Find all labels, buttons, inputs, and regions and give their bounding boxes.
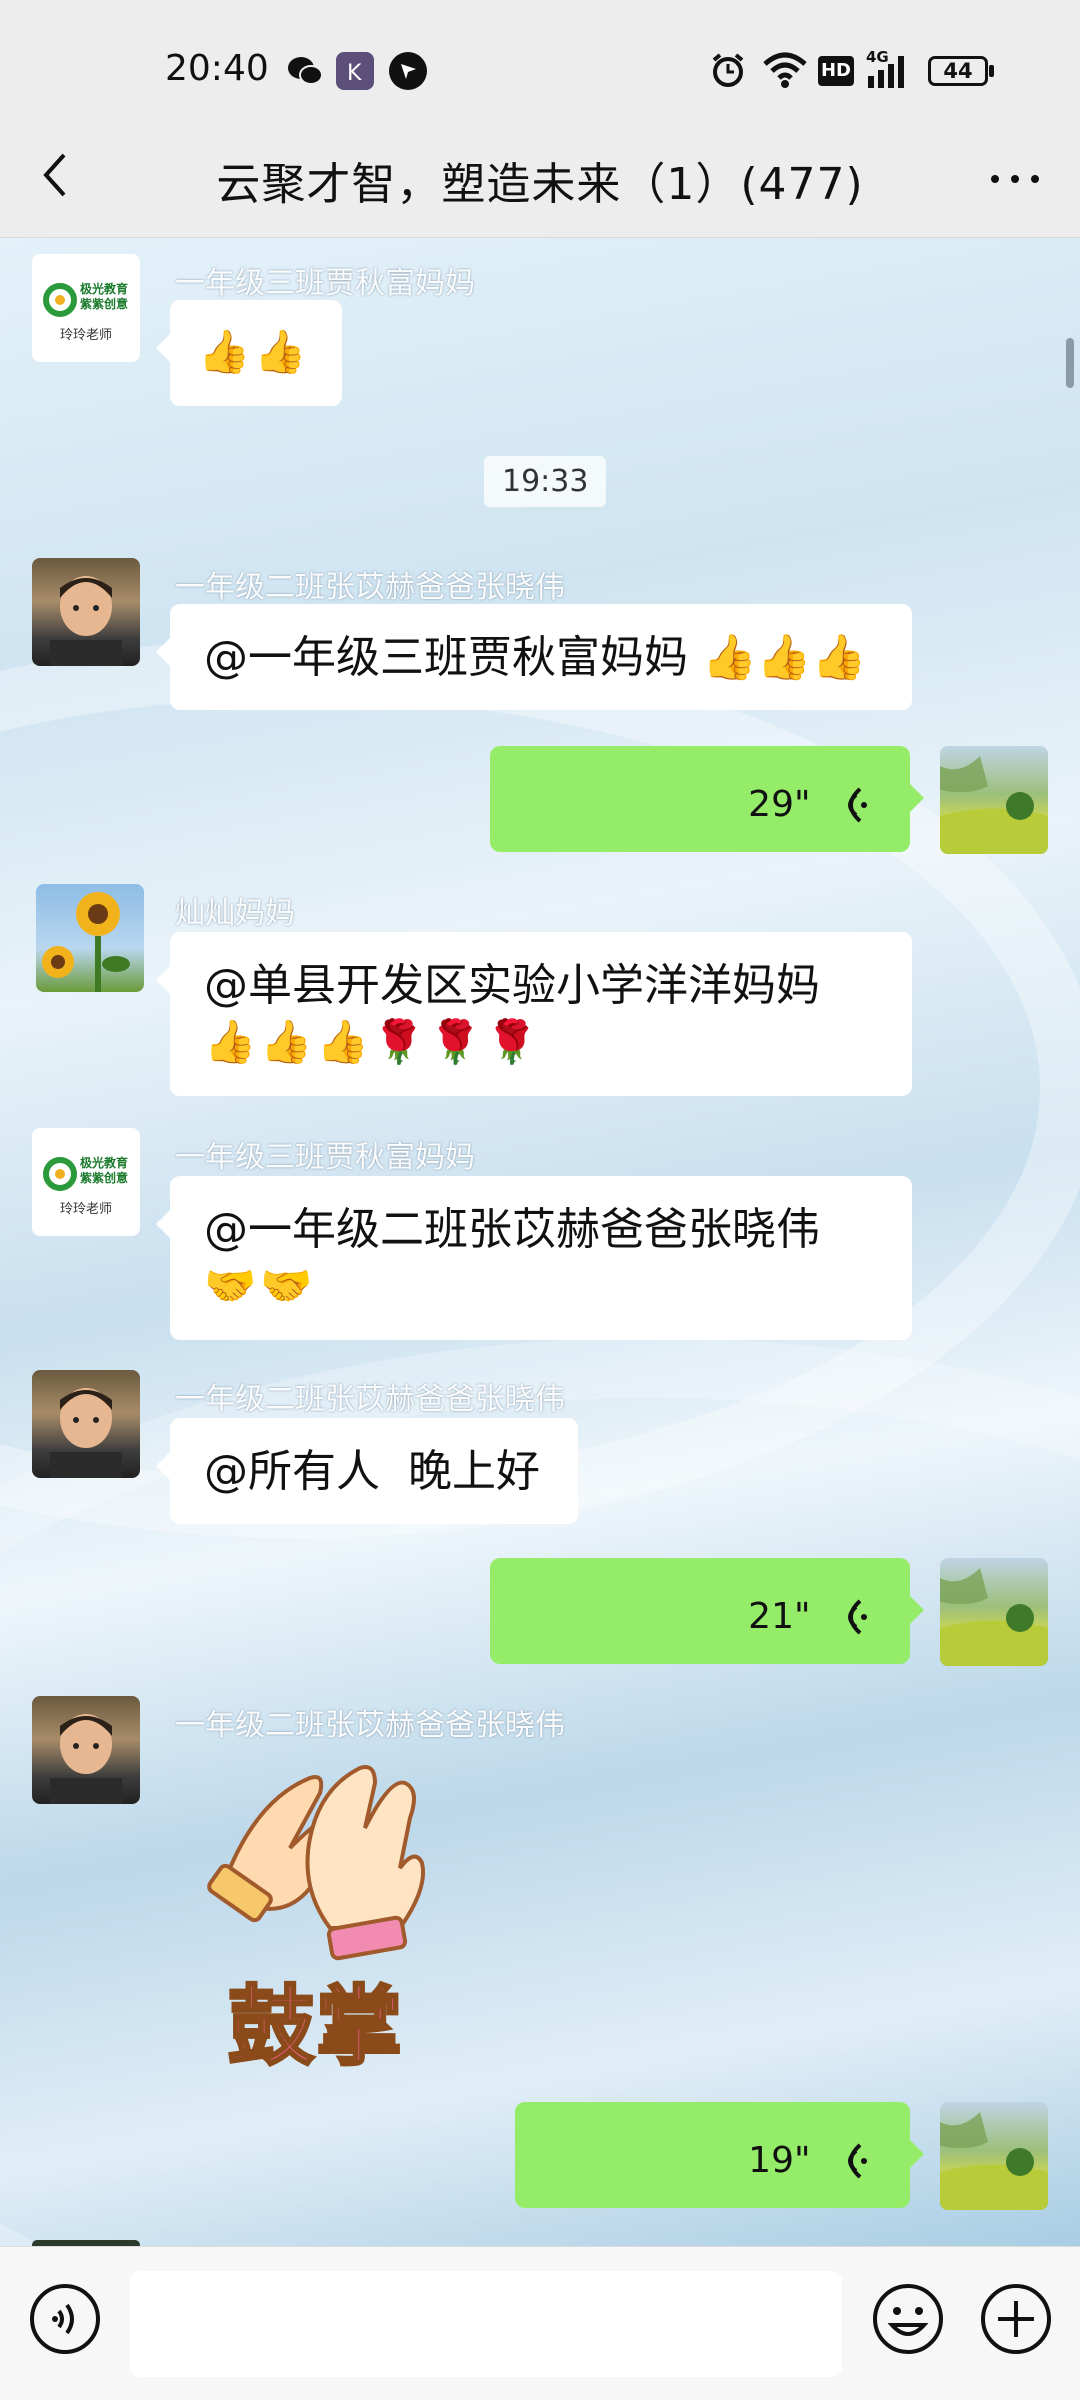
avatar[interactable] [32, 558, 140, 666]
hd-label: HD [820, 60, 851, 81]
sticker-caption: 鼓掌 [227, 1976, 404, 2079]
battery-level: 44 [943, 59, 973, 83]
clapping-sticker[interactable]: 鼓掌 [200, 1738, 460, 2079]
input-bar [0, 2246, 1080, 2400]
avatar-caption: 玲玲老师 [59, 328, 112, 343]
voice-message-bubble[interactable]: 19" [515, 2102, 924, 2208]
message-bubble[interactable]: @一年级二班张苡赫爸爸张晓伟 🤝🤝 [156, 1176, 912, 1340]
voice-message-bubble[interactable]: 29" [490, 746, 924, 852]
plus-icon [981, 2284, 1051, 2354]
emoji-button[interactable] [870, 2281, 946, 2357]
message-bubble[interactable]: @所有人 晚上好 [156, 1418, 578, 1524]
sender-name: 一年级二班张苡赫爸爸张晓伟 [175, 570, 565, 605]
message-text: @一年级二班张苡赫爸爸张晓伟 [204, 1204, 820, 1255]
sunflower-photo [42, 892, 130, 992]
message-text: @单县开发区实验小学洋洋妈妈 [204, 960, 820, 1011]
logo-icon [43, 1157, 77, 1191]
message-emojis: 👍👍👍🌹🌹🌹 [204, 1017, 542, 1066]
logo-icon [43, 283, 77, 317]
self-avatar[interactable] [940, 2102, 1048, 2210]
cellular-signal-icon: 4G [866, 48, 916, 90]
k-app-notification-icon: K [336, 52, 374, 90]
sender-name: 一年级三班贾秋富妈妈 [175, 1140, 475, 1175]
voice-input-button[interactable] [27, 2281, 103, 2357]
voice-input-icon [30, 2284, 100, 2354]
self-avatar[interactable] [940, 1558, 1048, 1666]
avatar-caption: 玲玲老师 [59, 1202, 112, 1217]
sender-name: 一年级三班贾秋富妈妈 [175, 266, 475, 301]
self-avatar[interactable] [940, 746, 1048, 854]
alarm-icon [708, 50, 748, 90]
message-bubble[interactable]: @一年级三班贾秋富妈妈 👍👍👍 [156, 604, 912, 710]
wifi-icon [762, 50, 808, 90]
hd-icon: HD [818, 56, 854, 86]
more-icon [991, 175, 1039, 183]
message-emojis: 🤝🤝 [204, 1261, 317, 1310]
message-input[interactable] [130, 2271, 842, 2377]
avatar[interactable]: 极光教育 紫紫创意 玲玲老师 [32, 1128, 140, 1236]
app-notification-icon [389, 52, 427, 90]
voice-icon [848, 1599, 867, 1635]
avatar[interactable] [36, 884, 144, 992]
avatar[interactable]: 极光教育 紫紫创意 玲玲老师 [32, 254, 140, 362]
voice-duration: 21" [748, 1596, 811, 1637]
clapping-hands-icon [207, 1765, 425, 1961]
landscape-photo [940, 756, 1048, 854]
time-divider: 19:33 [484, 456, 607, 507]
avatar[interactable] [32, 1696, 140, 1804]
voice-icon [848, 787, 867, 823]
landscape-photo [940, 1568, 1048, 1666]
more-button[interactable] [980, 145, 1050, 205]
child-photo [50, 1714, 122, 1804]
logo-text: 极光教育 紫紫创意 [80, 1156, 129, 1185]
voice-duration: 29" [748, 784, 811, 825]
logo-text: 极光教育 紫紫创意 [80, 282, 129, 311]
message-bubble[interactable]: @单县开发区实验小学洋洋妈妈 👍👍👍🌹🌹🌹 [156, 932, 912, 1096]
child-photo [50, 1388, 122, 1478]
avatar[interactable] [32, 1370, 140, 1478]
voice-duration: 19" [748, 2140, 811, 2181]
scrollbar[interactable] [1066, 338, 1074, 388]
wechat-notification-icon [286, 52, 324, 90]
message-list[interactable]: 极光教育 紫紫创意 玲玲老师 一年级三班贾秋富妈妈 👍👍 19:33 一年级二班… [0, 238, 1080, 2246]
voice-message-bubble[interactable]: 21" [490, 1558, 924, 1664]
landscape-photo [940, 2112, 1048, 2210]
chat-header: 云聚才智，塑造未来（1）(477) [0, 120, 1080, 238]
status-bar: 20:40 K HD 4G 44 [0, 0, 1080, 140]
add-button[interactable] [978, 2281, 1054, 2357]
emoji-icon [873, 2284, 943, 2354]
status-time: 20:40 [165, 48, 269, 89]
sender-name: 一年级二班张苡赫爸爸张晓伟 [175, 1382, 565, 1417]
message-bubble[interactable]: 👍👍 [156, 300, 342, 406]
sender-name: 灿灿妈妈 [175, 896, 295, 931]
voice-icon [848, 2143, 867, 2179]
svg-text:K: K [347, 61, 362, 86]
battery-icon: 44 [928, 50, 996, 90]
child-photo [50, 576, 122, 666]
chat-title: 云聚才智，塑造未来（1）(477) [216, 159, 864, 210]
